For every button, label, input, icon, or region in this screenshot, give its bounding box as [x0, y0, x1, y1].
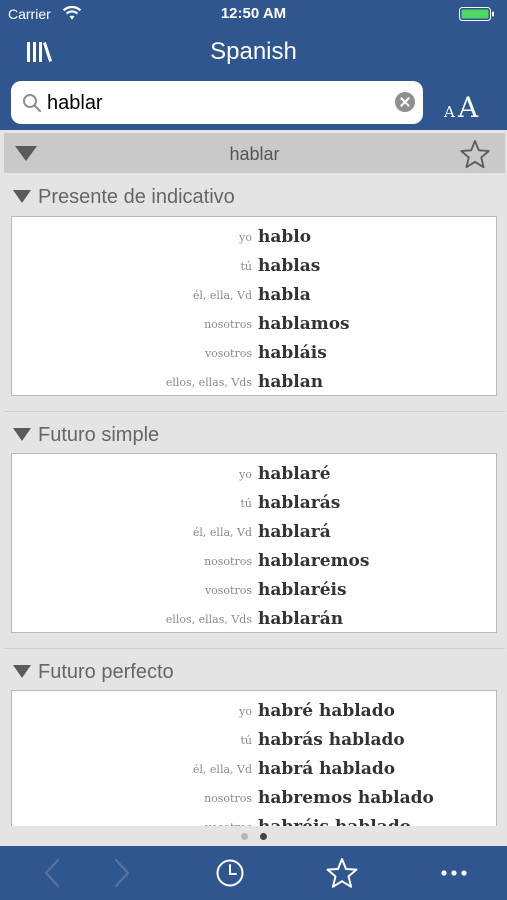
search-icon [23, 94, 42, 113]
section-title: Presente de indicativo [38, 186, 235, 208]
clock: 12:50 AM [220, 5, 287, 22]
pronoun: vosotros [204, 347, 252, 360]
nav-title: Spanish [210, 38, 297, 65]
section-triangle-icon [13, 665, 31, 678]
table-row: nosotros habremos hablado [12, 782, 496, 811]
verb-form: habré hablado [258, 701, 395, 721]
battery-icon [459, 7, 494, 21]
conjugation-table: yo hablo tú hablas él, ella, Vd habla nosot… [11, 216, 497, 396]
table-row: él, ella, Vd hablará [12, 516, 496, 545]
table-row: yo hablaré [12, 458, 496, 487]
section-triangle-icon [13, 428, 31, 441]
verb-form: hablas [258, 256, 321, 276]
pronoun: vosotros [204, 584, 252, 597]
verb-form: habrás hablado [258, 730, 405, 750]
table-row: yo habré hablado [12, 695, 496, 724]
pronoun: nosotros [204, 318, 252, 331]
page-dot-active[interactable] [260, 833, 267, 840]
conjugation-table: yo hablaré tú hablarás él, ella, Vd hablará… [11, 453, 497, 633]
pronoun: él, ella, Vd [192, 763, 252, 776]
section-header[interactable]: Futuro simple [4, 414, 505, 454]
table-row: tú hablas [12, 250, 496, 279]
verb-title: hablar [229, 144, 280, 164]
conjugation-table: yo habré hablado tú habrás hablado él, ell… [11, 690, 497, 846]
back-arrow-icon[interactable] [36, 856, 70, 890]
page-dot[interactable] [241, 833, 248, 840]
verb-form: habrá hablado [258, 759, 396, 779]
table-row: nosotros hablamos [12, 308, 496, 337]
table-row: ellos, ellas, Vds hablan [12, 366, 496, 395]
font-size-large-glyph: A [458, 91, 479, 124]
table-row: yo hablo [12, 221, 496, 250]
verb-header[interactable]: hablar [4, 133, 505, 173]
pronoun: nosotros [204, 555, 252, 568]
verb-form: habremos hablado [258, 788, 434, 808]
pronoun: yo [239, 705, 252, 718]
pronoun: yo [239, 468, 252, 481]
verb-form: hablarán [258, 609, 344, 629]
table-row: él, ella, Vd habrá hablado [12, 753, 496, 782]
pronoun: él, ella, Vd [192, 289, 252, 302]
status-bar: Carrier 12:50 AM [0, 0, 507, 28]
verb-form: habla [258, 285, 311, 305]
page-indicator[interactable] [0, 826, 507, 846]
favorites-icon[interactable] [325, 856, 359, 890]
section-title: Futuro simple [38, 424, 160, 446]
table-row: tú habrás hablado [12, 724, 496, 753]
verb-form: hablo [258, 227, 312, 247]
history-icon[interactable] [213, 856, 247, 890]
verb-form: hablaremos [258, 551, 370, 571]
star-icon[interactable] [459, 139, 491, 169]
search-bar[interactable] [11, 81, 423, 124]
clear-icon[interactable] [395, 92, 415, 112]
verb-form: hablamos [258, 314, 350, 334]
section-triangle-icon [13, 190, 31, 203]
section-header[interactable]: Presente de indicativo [4, 176, 505, 216]
pronoun: tú [240, 734, 252, 747]
verb-form: hablaré [258, 464, 331, 484]
pronoun: tú [240, 260, 252, 273]
section-title: Futuro perfecto [38, 661, 174, 683]
pronoun: tú [240, 497, 252, 510]
table-row: vosotros habláis [12, 337, 496, 366]
pronoun: él, ella, Vd [192, 526, 252, 539]
verb-form: habláis [258, 343, 327, 363]
search-input[interactable] [47, 87, 387, 119]
bottom-toolbar [0, 846, 507, 900]
table-row: ellos, ellas, Vds hablarán [12, 603, 496, 632]
verb-form: hablaréis [258, 580, 347, 600]
top-bar: Carrier 12:50 AM Spanish A A [0, 0, 507, 134]
conjugation-content[interactable]: hablar Presente de indicativo yo hablo tú… [0, 130, 507, 846]
table-row: vosotros hablaréis [12, 574, 496, 603]
pronoun: yo [239, 231, 252, 244]
verb-form: hablará [258, 522, 331, 542]
pronoun: ellos, ellas, Vds [165, 376, 252, 389]
section-divider [4, 648, 505, 649]
forward-arrow-icon[interactable] [104, 856, 138, 890]
pronoun: ellos, ellas, Vds [165, 613, 252, 626]
table-row: tú hablarás [12, 487, 496, 516]
verb-form: hablarás [258, 493, 341, 513]
font-size-small-glyph: A [444, 103, 455, 121]
table-row: él, ella, Vd habla [12, 279, 496, 308]
pronoun: nosotros [204, 792, 252, 805]
font-size-icon[interactable]: A A [442, 91, 484, 124]
more-icon[interactable] [437, 856, 471, 890]
table-row: nosotros hablaremos [12, 545, 496, 574]
section-divider [4, 411, 505, 412]
section-header[interactable]: Futuro perfecto [4, 651, 505, 691]
verb-form: hablan [258, 372, 324, 392]
